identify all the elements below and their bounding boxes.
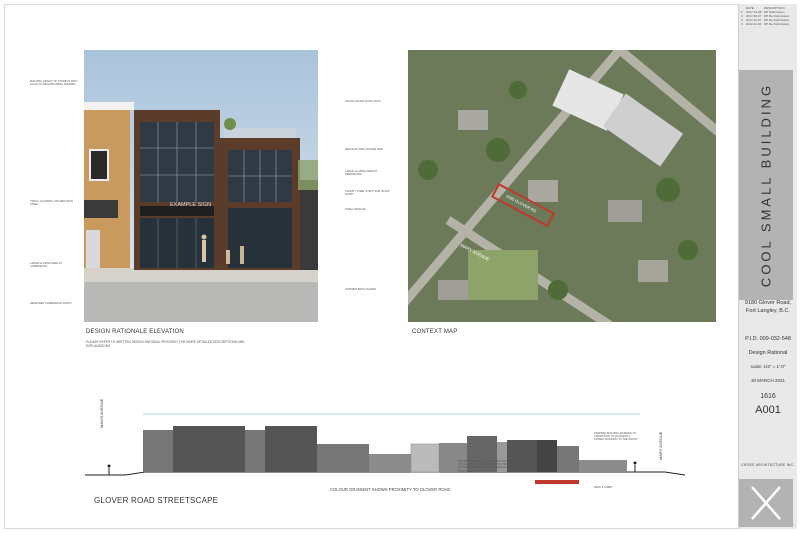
streetscape-right-street: MARY AVENUE — [658, 431, 663, 460]
callout-right-6: STEPPED BACK FACADE — [345, 288, 376, 291]
streetscape-site-tag: PARK & LOBBY — [594, 486, 613, 489]
streetscape-title: GLOVER ROAD STREETSCAPE — [94, 496, 219, 505]
sheet-date: 30 MARCH 2021 — [750, 378, 786, 383]
elevation-caption: DESIGN RATIONALE ELEVATION — [86, 329, 184, 335]
address-line-1: 9180 Glover Road, — [744, 300, 792, 306]
streetscape-gradient-note: COLOUR GRADIENT SHOWS PROXIMITY TO GLOVE… — [330, 487, 451, 492]
callout-right-2: REGULAR THIN COLUMN SIZE — [345, 148, 383, 151]
drawing-sheet: EXAMPLE SIGN BUILDING HEIGHT OF STOREYS … — [0, 0, 800, 533]
streetscape-setback-note: BUILDING MASSING TO FIT WITHIN CONTEXT B… — [458, 460, 515, 473]
callout-left-2: VISUAL CLADDING UTILIZED WITH STEEL — [30, 200, 73, 207]
sheet-number: A001 — [755, 404, 781, 416]
callout-right-1: SOUTH FACING ROOF DECK — [345, 100, 381, 103]
callout-right-3: LARGE GLAZING AREA AT RESIDENTIAL — [345, 170, 378, 177]
elevation-note: PLEASE REFER TO WRITTEN DESIGN RATIONAL … — [86, 340, 245, 348]
context-map-caption: CONTEXT MAP — [412, 329, 458, 335]
address-line-2: Fort Langley, B.C. — [746, 308, 790, 314]
context-map-image: 9180 GLOVER RD MARY AVENUE — [408, 50, 716, 322]
firm-logo — [739, 479, 793, 527]
scale: scale: 1/4" = 1'-0" — [750, 364, 786, 369]
callout-left-1: BUILDING HEIGHT OF STOREYS WITH ALIGN TO… — [30, 80, 78, 87]
callout-right-4: CANOPY STEEL STRUT FOR GLASS ENTRY — [345, 190, 390, 197]
callout-left-4: RECESSED COMMERCIAL ENTRY — [30, 302, 72, 305]
firm-name: CROSS ARCHITECTURE INC. — [741, 463, 795, 467]
streetscape-left-street: MAVIS AVENUE — [99, 398, 104, 428]
project-name: COOL SMALL BUILDING — [758, 82, 774, 288]
example-sign: EXAMPLE SIGN — [170, 202, 211, 208]
streetscape-drawing — [85, 413, 686, 484]
callout-right-5: STEEL SIGNAGE — [345, 208, 366, 211]
design-rationale-elevation-image: EXAMPLE SIGN — [84, 50, 318, 322]
streetscape-building-note: STEPPED BUILDING MASSING TO TRANSITION T… — [594, 432, 638, 442]
revision-table: DATE DESCRIPTION 1 2017-10-28 DP Submission… — [741, 6, 795, 26]
sheet-title: Design Rational — [748, 350, 788, 356]
project-number: 1616 — [760, 393, 776, 400]
revision-row: 4 2022-11-02 DP Re-Submission — [741, 22, 790, 26]
pid: P.I.D. 009-032-548 — [745, 336, 791, 342]
callout-left-3: LARGE GLAZING AREA AT COMMERCIAL — [30, 262, 63, 269]
